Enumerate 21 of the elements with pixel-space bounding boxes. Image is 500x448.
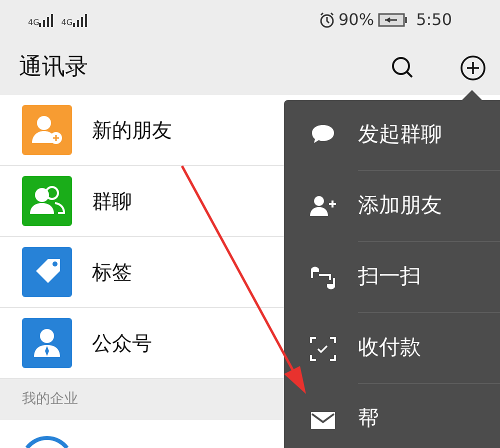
menu-item[interactable]: 发起群聊 bbox=[358, 100, 500, 171]
search-icon[interactable] bbox=[391, 56, 415, 80]
signal-icon bbox=[39, 13, 54, 27]
menu-item[interactable]: 帮 bbox=[358, 384, 500, 448]
network-label: 4G bbox=[61, 19, 73, 27]
menu-item[interactable]: 扫一扫 bbox=[358, 242, 500, 313]
battery-percent: 90% bbox=[338, 9, 374, 31]
page-title: 通讯录 bbox=[19, 53, 88, 82]
contact-label: 公众号 bbox=[92, 330, 152, 357]
contact-label: 新的朋友 bbox=[92, 117, 172, 144]
menu-item[interactable]: 添加朋友 bbox=[358, 171, 500, 242]
section-title: 我的企业 bbox=[22, 390, 78, 409]
battery-icon bbox=[378, 13, 408, 27]
contact-label: 群聊 bbox=[92, 188, 132, 215]
add-icon[interactable] bbox=[460, 54, 486, 80]
network-label: 4G bbox=[28, 19, 40, 27]
contact-label: 标签 bbox=[92, 259, 132, 286]
menu-item[interactable]: 收付款 bbox=[358, 313, 500, 384]
alarm-icon bbox=[318, 12, 334, 28]
clock-time: 5:50 bbox=[416, 9, 452, 31]
signal-icon bbox=[72, 13, 87, 27]
